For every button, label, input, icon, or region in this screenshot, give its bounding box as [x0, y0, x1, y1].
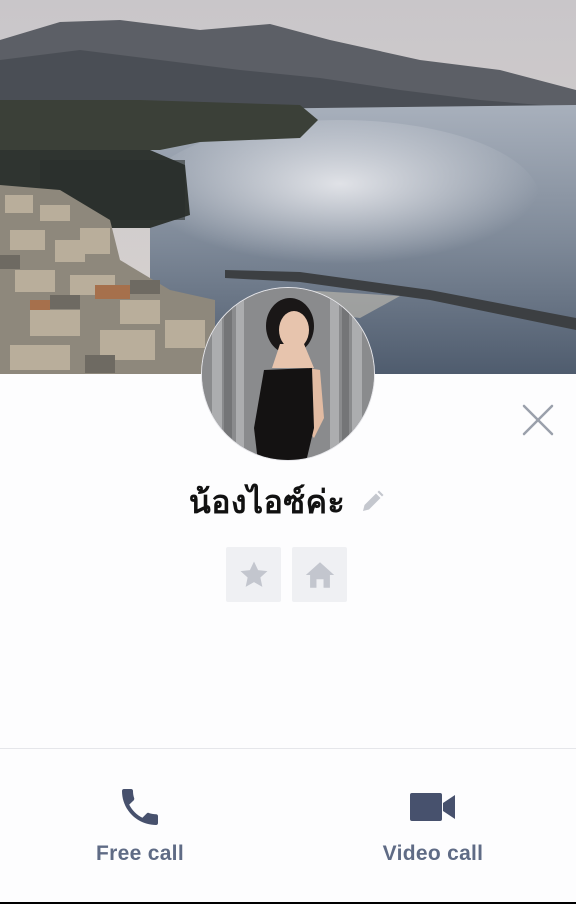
free-call-label: Free call — [96, 842, 184, 865]
video-call-label: Video call — [382, 842, 484, 865]
video-call-button[interactable]: Video call — [333, 772, 533, 882]
profile-avatar[interactable] — [201, 287, 375, 461]
home-button[interactable] — [292, 547, 347, 602]
edit-name-button[interactable] — [357, 487, 387, 517]
phone-icon — [122, 789, 158, 825]
video-camera-icon — [410, 793, 455, 821]
close-button[interactable] — [516, 398, 560, 442]
profile-name-row: น้องไอซ์ค่ะ — [0, 478, 576, 526]
profile-actions — [226, 547, 347, 602]
divider — [0, 748, 576, 749]
favorite-button[interactable] — [226, 547, 281, 602]
free-call-button[interactable]: Free call — [40, 772, 240, 882]
close-icon — [522, 404, 554, 436]
star-icon — [240, 561, 267, 587]
pencil-icon — [363, 490, 384, 511]
home-icon — [305, 561, 334, 588]
profile-name: น้องไอซ์ค่ะ — [188, 482, 346, 521]
